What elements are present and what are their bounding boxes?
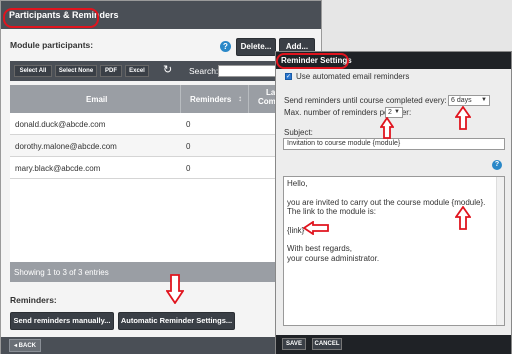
table-row[interactable]: dorothy.malone@abcde.com 0 <box>10 135 315 157</box>
delete-button[interactable]: Delete... <box>236 38 276 56</box>
column-header-email[interactable]: Email <box>86 95 107 104</box>
automatic-reminder-settings-button[interactable]: Automatic Reminder Settings... <box>118 312 235 330</box>
participants-table: Email Reminders ↕ La Comp donald.duck@ab… <box>10 85 315 282</box>
help-icon[interactable]: ? <box>492 160 502 170</box>
module-participants-label: Module participants: <box>10 40 94 50</box>
chevron-down-icon: ▼ <box>394 109 400 115</box>
reminder-settings-title: Reminder Settings <box>281 56 352 65</box>
dialog-title: Participants & Reminders <box>9 10 119 20</box>
table-toolbar: Select All Select None PDF Excel ↻ Searc… <box>10 61 315 81</box>
reminder-settings-footer: SAVE CANCEL <box>276 335 511 354</box>
cell-email: dorothy.malone@abcde.com <box>15 142 117 151</box>
select-all-button[interactable]: Select All <box>14 65 52 77</box>
excel-export-button[interactable]: Excel <box>125 65 149 77</box>
body-line: Hello, <box>287 179 308 188</box>
body-line: you are invited to carry out the course … <box>287 197 486 207</box>
header-line: La <box>266 88 276 97</box>
cell-reminders: 0 <box>186 120 191 129</box>
cell-reminders: 0 <box>186 142 191 151</box>
use-automated-reminders-checkbox[interactable]: ✓ <box>285 73 292 80</box>
body-line: With best regards, <box>287 244 352 253</box>
reminder-settings-titlebar: Reminder Settings <box>276 52 511 69</box>
column-header-reminders[interactable]: Reminders <box>190 95 231 104</box>
body-line: {link} <box>287 225 305 235</box>
body-line: your course administrator. <box>287 253 380 263</box>
cell-reminders: 0 <box>186 164 191 173</box>
help-icon[interactable]: ? <box>220 41 231 52</box>
table-row[interactable]: donald.duck@abcde.com 0 <box>10 113 315 135</box>
dialog-titlebar: Participants & Reminders <box>1 1 321 29</box>
participants-reminders-dialog: Participants & Reminders Module particip… <box>0 0 322 354</box>
send-reminders-manually-button[interactable]: Send reminders manually... <box>10 312 114 330</box>
select-none-button[interactable]: Select None <box>55 65 97 77</box>
cell-email: donald.duck@abcde.com <box>15 120 106 129</box>
column-divider <box>180 85 181 113</box>
selected-value: 2 <box>388 109 392 116</box>
dialog-footer: ◂ BACK <box>1 337 321 354</box>
back-button[interactable]: ◂ BACK <box>9 339 41 352</box>
use-automated-reminders-label: Use automated email reminders <box>296 72 410 81</box>
save-button[interactable]: SAVE <box>282 338 306 350</box>
cell-email: mary.black@abcde.com <box>15 164 101 173</box>
send-until-label: Send reminders until course completed ev… <box>284 96 447 105</box>
refresh-icon[interactable]: ↻ <box>163 64 172 77</box>
body-line: The link to the module is: <box>287 207 376 216</box>
pdf-export-button[interactable]: PDF <box>100 65 122 77</box>
reminder-settings-dialog: Reminder Settings ✓ Use automated email … <box>275 51 512 354</box>
cancel-button[interactable]: CANCEL <box>312 338 342 350</box>
reminders-label: Reminders: <box>10 295 57 305</box>
table-header: Email Reminders ↕ La Comp <box>10 85 315 113</box>
entries-count-text: Showing 1 to 3 of 3 entries <box>14 268 109 277</box>
column-divider <box>248 85 249 113</box>
sort-icon[interactable]: ↕ <box>238 94 242 103</box>
table-row[interactable]: mary.black@abcde.com 0 <box>10 157 315 179</box>
reminder-interval-select[interactable]: 6 days ▼ <box>448 95 490 106</box>
max-reminders-select[interactable]: 2 ▼ <box>385 107 403 118</box>
email-body-textarea[interactable]: Hello, you are invited to carry out the … <box>283 176 505 326</box>
table-footer: Showing 1 to 3 of 3 entries <box>10 262 315 282</box>
search-label: Search: <box>189 66 219 76</box>
selected-value: 6 days <box>451 97 472 104</box>
subject-label: Subject: <box>284 128 313 137</box>
textarea-scrollbar[interactable] <box>496 177 504 325</box>
chevron-down-icon: ▼ <box>481 97 487 103</box>
subject-input[interactable]: Invitation to course module {module} <box>283 138 505 150</box>
